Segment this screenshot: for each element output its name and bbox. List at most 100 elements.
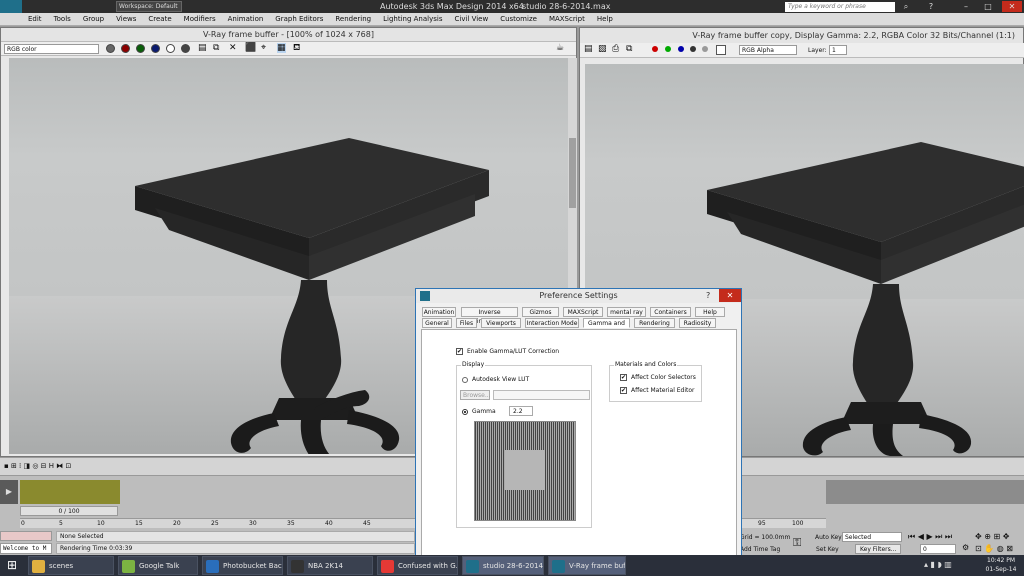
play-toggle-icon[interactable]: ▶ (0, 480, 18, 504)
help-button[interactable]: ? (706, 289, 710, 303)
mono-icon[interactable] (702, 46, 708, 52)
menu-graph-editors[interactable]: Graph Editors (269, 13, 329, 25)
tab-interaction-mode[interactable]: Interaction Mode (525, 318, 579, 328)
taskbar-item[interactable]: studio 28-6-2014... (462, 556, 544, 575)
region-render-icon[interactable]: ▦ (277, 43, 286, 53)
tray-icons[interactable]: ▴ ▮ ◗ ▥ (924, 560, 952, 569)
frame-ruler[interactable]: 0 5 10 15 20 25 30 35 40 45 (20, 518, 415, 528)
taskbar-item[interactable]: scenes (28, 556, 114, 575)
save-icon[interactable]: ▤ (198, 43, 207, 53)
add-time-tag[interactable]: Add Time Tag (740, 546, 780, 553)
menu-tools[interactable]: Tools (48, 13, 77, 25)
tab-inverse-kinematics[interactable]: Inverse Kinematics (461, 307, 518, 325)
taskbar-item[interactable]: Photobucket Bac... (202, 556, 283, 575)
playback-controls-icon[interactable]: ⏮ ◀ ▶ ⏭ ⏭ (908, 532, 952, 542)
maxscript-listener[interactable] (0, 531, 52, 541)
binoculars-icon[interactable]: ⌕ (900, 1, 912, 12)
red-channel-icon[interactable] (121, 44, 130, 53)
open-icon[interactable]: ▧ (598, 44, 607, 54)
current-frame-input[interactable]: 0 (920, 544, 956, 554)
taskbar-item[interactable]: Google Talk (118, 556, 198, 575)
track-mouse-icon[interactable]: ⌖ (261, 43, 266, 53)
tab-mental-ray[interactable]: mental ray (607, 307, 646, 317)
tab-gamma-and-lut[interactable]: Gamma and LUT (583, 318, 630, 336)
minimize-button[interactable]: – (960, 1, 972, 12)
dialog-close-button[interactable]: ✕ (719, 289, 741, 302)
green-channel-icon[interactable] (136, 44, 145, 53)
alpha-channel-icon[interactable] (166, 44, 175, 53)
copy-icon[interactable]: ⧉ (626, 44, 632, 54)
start-button[interactable]: ⊞ (0, 555, 24, 576)
taskbar-item[interactable]: V-Ray frame buff... (548, 556, 626, 575)
workspace-select[interactable]: Workspace: Default (116, 1, 182, 12)
taskbar-item[interactable]: Confused with G... (377, 556, 458, 575)
taskbar-item[interactable]: NBA 2K14 (287, 556, 373, 575)
viewport-nav-icons[interactable]: ✥ ⊕ ⊞ ✥ (975, 532, 1009, 541)
search-input[interactable]: Type a keyword or phrase (785, 2, 895, 12)
tab-rendering[interactable]: Rendering (634, 318, 675, 328)
clear-image-icon[interactable]: ⬛ (245, 43, 256, 53)
menu-views[interactable]: Views (110, 13, 142, 25)
menu-group[interactable]: Group (77, 13, 110, 25)
blue-channel-icon[interactable] (678, 46, 684, 52)
menu-animation[interactable]: Animation (222, 13, 270, 25)
background-color-swatch[interactable] (716, 45, 726, 55)
tab-files[interactable]: Files (456, 318, 477, 328)
channel-select[interactable]: RGB Alpha (739, 45, 797, 55)
menu-civil-view[interactable]: Civil View (448, 13, 494, 25)
affect-color-checkbox[interactable]: ✔ (620, 374, 627, 381)
menu-rendering[interactable]: Rendering (329, 13, 377, 25)
red-channel-icon[interactable] (652, 46, 658, 52)
viewport-nav-icons-2[interactable]: ⊡ ✋ ◍ ⊠ (975, 544, 1013, 553)
blue-channel-icon[interactable] (151, 44, 160, 53)
clone-icon[interactable]: ⧉ (213, 43, 219, 53)
clear-icon[interactable]: ✕ (229, 43, 237, 53)
clock[interactable]: 10:42 PM 01-Sep-14 (980, 556, 1022, 574)
welcome-field[interactable]: Welcome to M (0, 543, 52, 554)
gamma-radio[interactable] (462, 409, 468, 415)
selection-set-select[interactable]: Selected (842, 532, 902, 542)
green-channel-icon[interactable] (665, 46, 671, 52)
key-filters-button[interactable]: Key Filters... (855, 544, 901, 554)
tab-containers[interactable]: Containers (650, 307, 691, 317)
close-button[interactable]: ✕ (1002, 1, 1022, 12)
menu-lighting-analysis[interactable]: Lighting Analysis (377, 13, 448, 25)
menu-edit[interactable]: Edit (22, 13, 48, 25)
maximize-button[interactable]: □ (982, 1, 994, 12)
auto-key-button[interactable]: Auto Key (815, 534, 842, 541)
save-icon[interactable]: ▤ (584, 44, 593, 54)
lut-path-field[interactable] (493, 390, 590, 400)
set-key-button[interactable]: Set Key (816, 546, 839, 553)
tab-general[interactable]: General (422, 318, 452, 328)
time-slider[interactable]: 0 / 100 (20, 506, 118, 516)
track-view-mini[interactable] (20, 480, 120, 504)
gamma-spinner[interactable]: 2.2 (509, 406, 533, 416)
tab-help[interactable]: Help (695, 307, 725, 317)
menu-customize[interactable]: Customize (494, 13, 543, 25)
menu-modifiers[interactable]: Modifiers (178, 13, 222, 25)
affect-material-checkbox[interactable]: ✔ (620, 387, 627, 394)
teapot-icon[interactable]: ☕ (556, 43, 564, 53)
vfb-history-icons[interactable]: ▪ ⊞ ⁞ ◨ ◎ ⊟ H ⧓ ⊡ (4, 462, 71, 470)
show-all-icon[interactable] (106, 44, 115, 53)
channel-select[interactable]: RGB color (4, 44, 99, 54)
time-config-icon[interactable]: ⚙ (962, 543, 969, 552)
tab-radiosity[interactable]: Radiosity (679, 318, 716, 328)
tab-animation[interactable]: Animation (422, 307, 456, 317)
tab-maxscript[interactable]: MAXScript (563, 307, 603, 317)
enable-gamma-checkbox[interactable]: ✔ (456, 348, 463, 355)
alpha-channel-icon[interactable] (690, 46, 696, 52)
mono-icon[interactable] (181, 44, 190, 53)
tab-gizmos[interactable]: Gizmos (522, 307, 559, 317)
tab-viewports[interactable]: Viewports (481, 318, 521, 328)
browse-button[interactable]: Browse... (460, 390, 491, 400)
layer-select[interactable]: 1 (829, 45, 847, 55)
key-icon[interactable]: ⚿ (793, 536, 801, 550)
render-icon[interactable]: ⛾ (293, 43, 300, 54)
menu-maxscript[interactable]: MAXScript (543, 13, 591, 25)
print-icon[interactable]: ⎙ (612, 44, 619, 54)
view-lut-radio[interactable] (462, 377, 468, 383)
help-icon[interactable]: ? (925, 1, 937, 12)
menu-create[interactable]: Create (142, 13, 177, 25)
menu-help[interactable]: Help (591, 13, 619, 25)
